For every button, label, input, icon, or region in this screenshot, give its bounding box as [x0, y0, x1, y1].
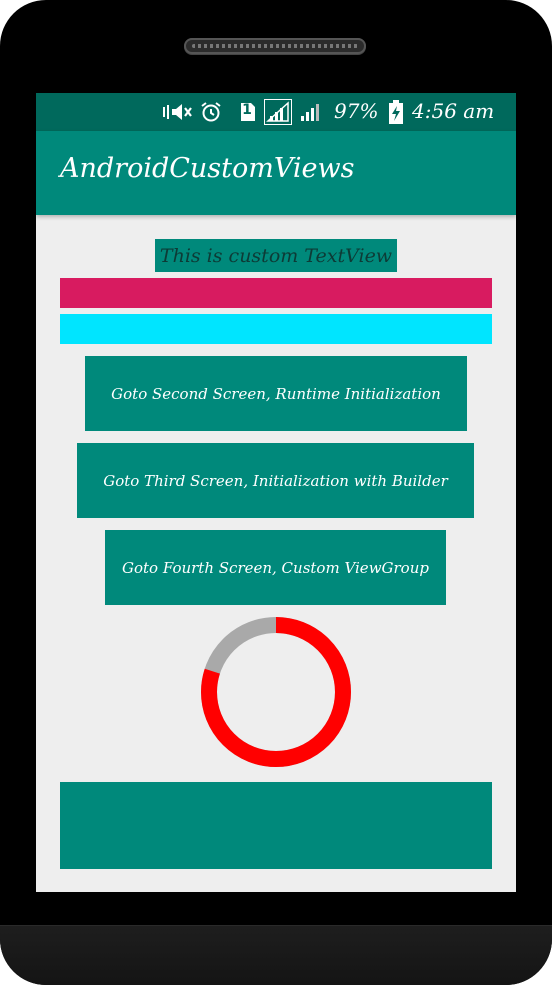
- custom-view-cyan-bar: [60, 314, 492, 344]
- custom-viewgroup-block: [60, 782, 492, 869]
- status-bar: 1 97% 4:56 am: [36, 93, 516, 131]
- custom-view-pink-bar: [60, 278, 492, 308]
- goto-third-screen-button[interactable]: Goto Third Screen, Initialization with B…: [77, 443, 474, 518]
- progress-ring: [201, 617, 351, 767]
- alarm-icon: [198, 100, 224, 124]
- app-bar: AndroidCustomViews: [36, 131, 516, 215]
- phone-frame: 1 97% 4:56 am AndroidCustomViews This is…: [0, 0, 552, 985]
- goto-fourth-screen-button[interactable]: Goto Fourth Screen, Custom ViewGroup: [105, 530, 446, 605]
- signal-icon: [264, 99, 292, 125]
- phone-bottom-bezel: [0, 925, 552, 985]
- app-title: AndroidCustomViews: [60, 153, 355, 184]
- mute-vibrate-icon: [162, 100, 194, 124]
- signal-icon: [298, 100, 322, 124]
- earpiece-speaker: [184, 38, 366, 54]
- sim-badge: 1: [242, 102, 252, 118]
- custom-textview: This is custom TextView: [155, 239, 397, 272]
- goto-second-screen-button[interactable]: Goto Second Screen, Runtime Initializati…: [85, 356, 467, 431]
- battery-percent: 97%: [334, 99, 379, 123]
- battery-charging-icon: [388, 100, 404, 124]
- device-screen: 1 97% 4:56 am AndroidCustomViews This is…: [36, 93, 516, 892]
- clock-time: 4:56 am: [412, 99, 495, 123]
